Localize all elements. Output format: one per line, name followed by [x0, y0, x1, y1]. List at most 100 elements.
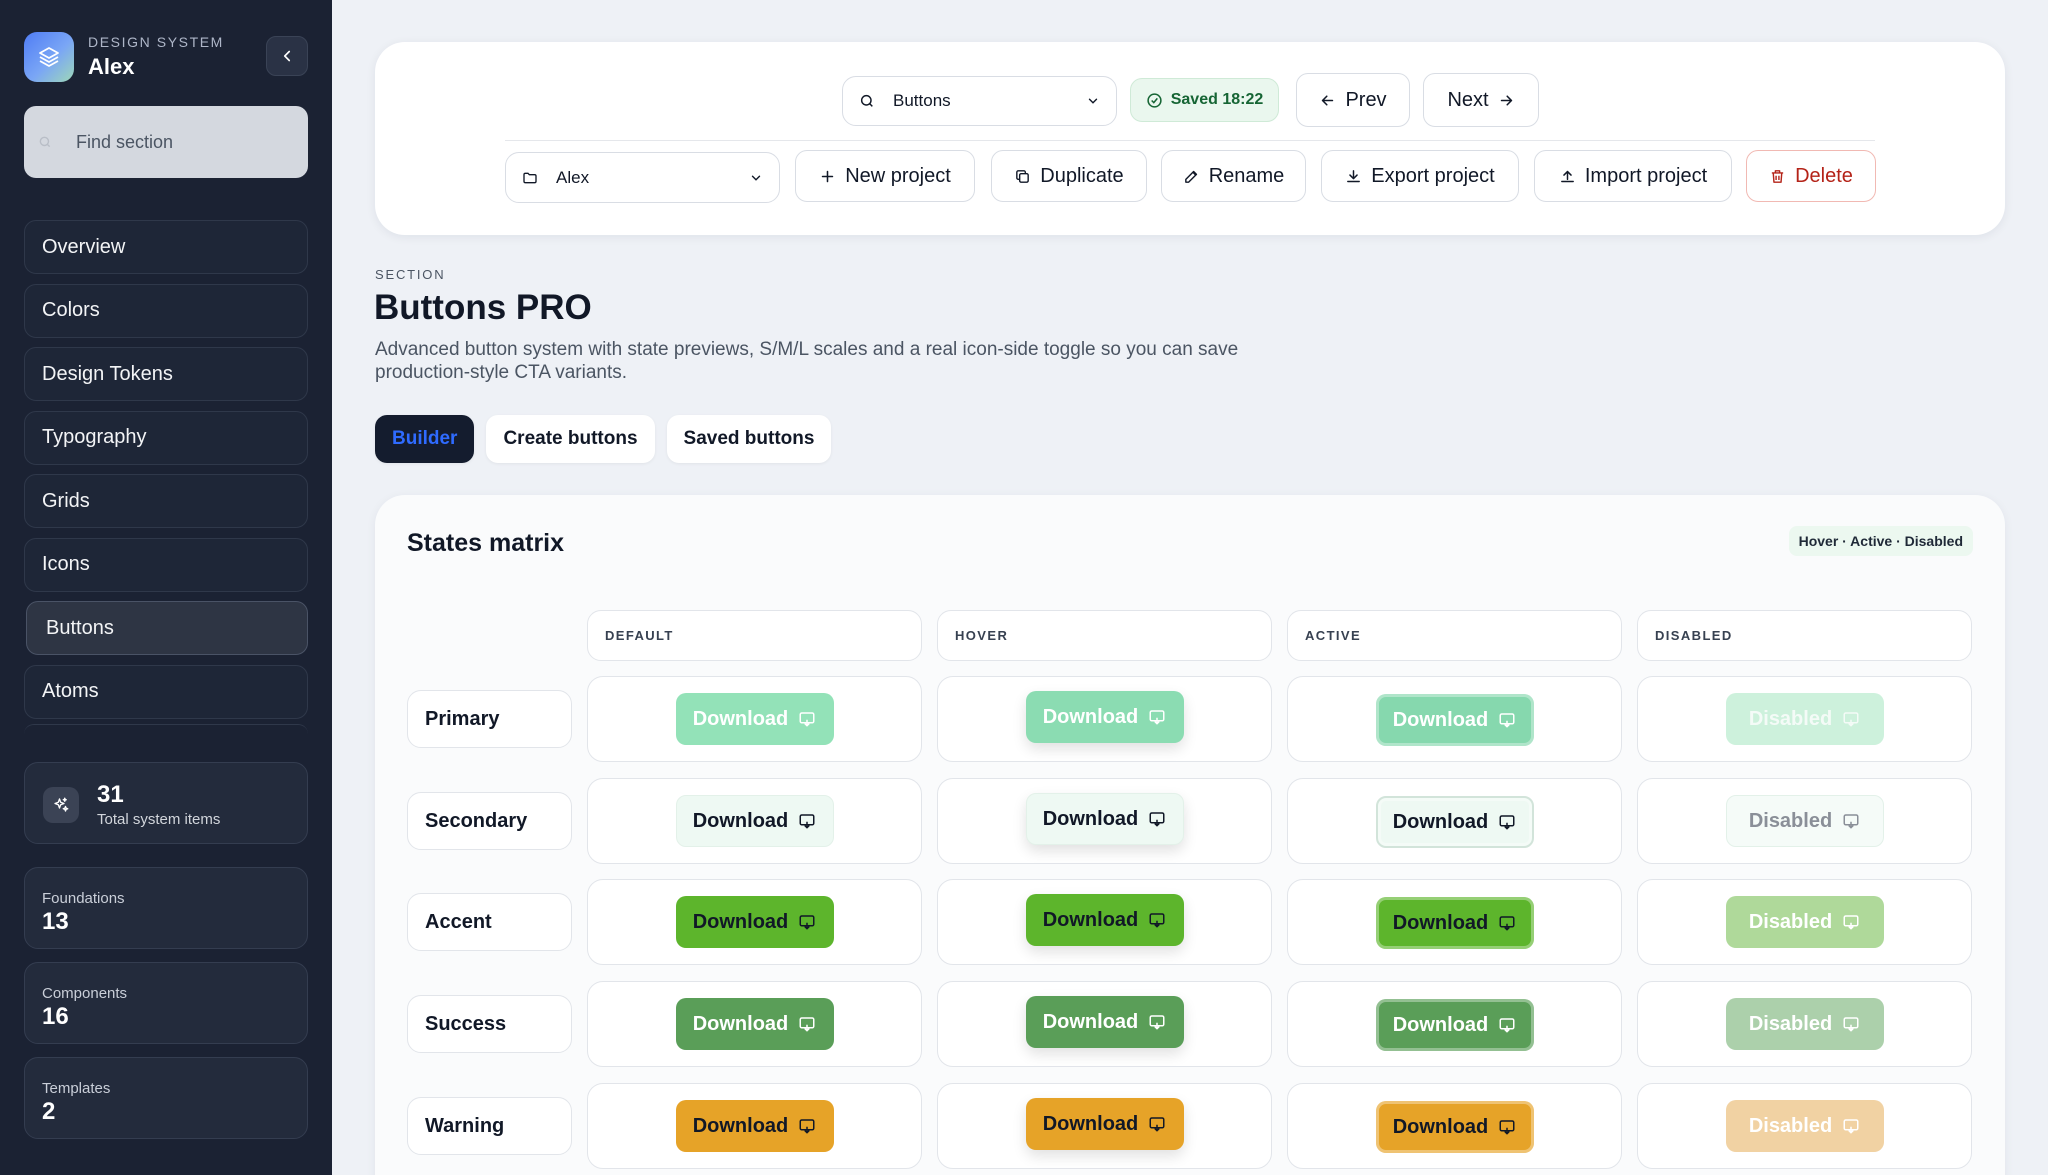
warning-active-button[interactable]: Download [1375, 1101, 1534, 1153]
secondary-disabled-button: Disabled [1725, 795, 1884, 847]
row-label-warning: Warning [407, 1097, 572, 1155]
row-label-accent: Accent [407, 893, 572, 951]
matrix-cell: Download [937, 1083, 1272, 1169]
rename-button[interactable]: Rename [1161, 150, 1306, 202]
total-items-value: 31 [97, 781, 124, 808]
sidebar-item-typography[interactable]: Typography [24, 410, 308, 465]
primary-default-button[interactable]: Download [675, 693, 834, 745]
delete-button[interactable]: Delete [1746, 150, 1876, 202]
monitor-download-icon [1149, 913, 1165, 928]
project-toolbar: Buttons Saved 18:22 Prev Next Alex New p… [375, 42, 2005, 235]
pencil-icon [1184, 170, 1197, 183]
sidebar-item-atoms[interactable]: Atoms [24, 664, 308, 719]
sparkles-icon [43, 787, 79, 823]
secondary-active-button[interactable]: Download [1375, 796, 1534, 848]
export-project-button[interactable]: Export project [1321, 150, 1519, 202]
new-project-button[interactable]: New project [795, 150, 975, 202]
stat-foundations: Foundations 13 [24, 867, 308, 949]
button-label: Download [1392, 911, 1489, 934]
tab-builder[interactable]: Builder [375, 415, 475, 463]
sidebar-item-colors[interactable]: Colors [24, 283, 308, 338]
accent-default-button[interactable]: Download [675, 896, 834, 948]
arrow-right-icon [1500, 94, 1512, 106]
primary-hover-button[interactable]: Download [1025, 691, 1184, 743]
button-label: Download [692, 1114, 789, 1137]
warning-disabled-button: Disabled [1725, 1100, 1884, 1152]
monitor-download-icon [1843, 712, 1859, 727]
brand-kicker: DESIGN SYSTEM [88, 34, 224, 50]
warning-default-button[interactable]: Download [675, 1100, 834, 1152]
matrix-cell: Download [587, 879, 922, 965]
saved-status-badge: Saved 18:22 [1130, 78, 1279, 122]
button-label: Download [1042, 807, 1139, 830]
warning-hover-button[interactable]: Download [1025, 1098, 1184, 1150]
stat-label: Foundations [42, 890, 125, 907]
import-project-button[interactable]: Import project [1534, 150, 1732, 202]
duplicate-button[interactable]: Duplicate [991, 150, 1147, 202]
success-active-button[interactable]: Download [1375, 999, 1534, 1051]
total-items-label: Total system items [97, 811, 221, 828]
matrix-cell: Download [937, 778, 1272, 864]
success-hover-button[interactable]: Download [1025, 996, 1184, 1048]
chevron-down-icon [751, 175, 761, 181]
matrix-cell: Download [587, 1083, 922, 1169]
matrix-cell: Download [937, 981, 1272, 1067]
find-section-input[interactable] [76, 131, 296, 153]
button-label: Download [692, 707, 789, 730]
column-header-active: ACTIVE [1287, 610, 1622, 661]
monitor-download-icon [799, 712, 815, 727]
button-label: Download [1392, 1115, 1489, 1138]
states-badge: Hover · Active · Disabled [1788, 526, 1973, 556]
button-label: Disabled [1748, 1012, 1833, 1035]
button-label: Download [1042, 1112, 1139, 1135]
folder-icon [523, 172, 537, 183]
matrix-cell: Disabled [1637, 879, 1972, 965]
matrix-cell: Download [937, 879, 1272, 965]
stat-label: Components [42, 985, 128, 1002]
section-kicker: SECTION [375, 267, 446, 282]
find-section-search[interactable] [24, 106, 308, 178]
check-circle-icon [1147, 92, 1162, 108]
stat-value: 2 [42, 1098, 56, 1125]
next-button[interactable]: Next [1423, 73, 1539, 127]
accent-hover-button[interactable]: Download [1025, 894, 1184, 946]
sidebar-item-buttons[interactable]: Buttons [26, 601, 308, 655]
matrix-cell: Download [937, 676, 1272, 762]
sidebar-item-design-tokens[interactable]: Design Tokens [24, 347, 308, 401]
monitor-download-icon [1843, 1119, 1859, 1134]
prev-button[interactable]: Prev [1296, 73, 1410, 127]
secondary-hover-button[interactable]: Download [1025, 793, 1184, 845]
sidebar-item-grids[interactable]: Grids [24, 474, 308, 528]
stat-label: Templates [42, 1080, 111, 1097]
column-header-disabled: DISABLED [1637, 610, 1972, 661]
matrix-cell: Disabled [1637, 676, 1972, 762]
toolbar-divider [505, 140, 1875, 141]
sidebar-item-icons[interactable]: Icons [24, 537, 308, 592]
column-header-default: DEFAULT [587, 610, 922, 661]
matrix-cell: Download [587, 778, 922, 864]
project-select[interactable]: Alex [505, 152, 780, 203]
arrow-left-icon [1322, 94, 1334, 106]
button-label: Download [692, 1012, 789, 1035]
secondary-default-button[interactable]: Download [675, 795, 834, 847]
sidebar-item-overview[interactable]: Overview [24, 220, 308, 274]
section-select-value: Buttons [893, 91, 951, 110]
sidebar-item-partial [24, 724, 308, 734]
total-items-card: 31 Total system items [24, 762, 308, 844]
success-default-button[interactable]: Download [675, 998, 834, 1050]
monitor-download-icon [1149, 812, 1165, 827]
primary-disabled-button: Disabled [1725, 693, 1884, 745]
upload-icon [1560, 170, 1574, 182]
stat-value: 13 [42, 908, 69, 935]
collapse-sidebar-button[interactable] [266, 36, 308, 76]
section-select[interactable]: Buttons [842, 76, 1117, 126]
button-label: Download [1042, 908, 1139, 931]
accent-active-button[interactable]: Download [1375, 897, 1534, 949]
search-icon [39, 136, 51, 148]
primary-active-button[interactable]: Download [1375, 694, 1534, 746]
tab-saved-buttons[interactable]: Saved buttons [666, 415, 832, 463]
matrix-cell: Download [1287, 981, 1622, 1067]
monitor-download-icon [1499, 815, 1515, 830]
tab-create-buttons[interactable]: Create buttons [486, 415, 655, 463]
monitor-download-icon [1499, 713, 1515, 728]
